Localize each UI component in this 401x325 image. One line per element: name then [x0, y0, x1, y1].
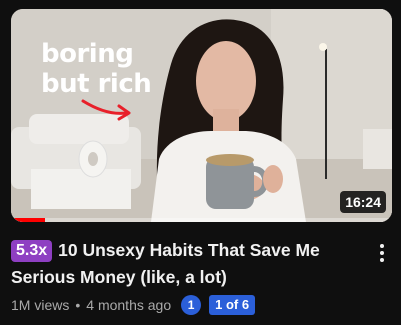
count-badge[interactable]: 1: [181, 295, 202, 315]
overlay-line-1: boring: [41, 39, 134, 69]
watch-progress-fill: [11, 218, 46, 222]
video-title-text[interactable]: 10 Unsexy Habits That Save Me Serious Mo…: [11, 240, 320, 287]
more-vertical-icon: [380, 258, 384, 262]
part-badge[interactable]: 1 of 6: [209, 295, 256, 315]
meta-separator: •: [75, 297, 81, 313]
more-options-button[interactable]: [372, 240, 392, 266]
watch-progress-bar: [11, 218, 392, 222]
video-title[interactable]: 5.3x 10 Unsexy Habits That Save Me Seriou…: [11, 237, 361, 291]
more-vertical-icon: [380, 244, 384, 248]
video-card[interactable]: boring but rich 16:24 5.3x 10 Unsexy Habi…: [0, 0, 401, 325]
duration-badge: 16:24: [340, 191, 386, 213]
thumbnail-overlay-text: boring but rich: [41, 39, 152, 99]
video-metadata: 1M views • 4 months ago 1 1 of 6: [11, 294, 256, 316]
upload-age: 4 months ago: [86, 297, 172, 313]
more-vertical-icon: [380, 251, 384, 255]
speed-badge: 5.3x: [11, 240, 53, 262]
video-thumbnail[interactable]: boring but rich 16:24: [11, 9, 392, 222]
view-count: 1M views: [11, 297, 70, 313]
title-row[interactable]: 5.3x 10 Unsexy Habits That Save Me Seriou…: [11, 237, 361, 291]
overlay-line-2: but rich: [41, 69, 152, 99]
